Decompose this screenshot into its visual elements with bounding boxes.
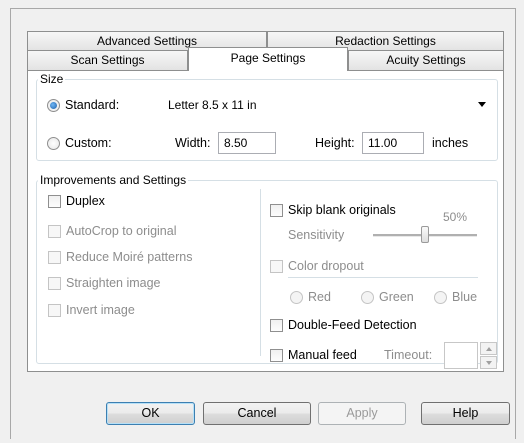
timeout-spin-down[interactable]: [480, 356, 497, 369]
custom-label: Custom:: [65, 136, 112, 150]
tab-scan-settings[interactable]: Scan Settings: [27, 50, 188, 70]
column-divider: [260, 189, 261, 356]
autocrop-checkbox[interactable]: [48, 225, 61, 238]
height-label: Height:: [315, 136, 355, 150]
timeout-label: Timeout:: [384, 348, 433, 362]
reduce-moire-checkbox[interactable]: [48, 251, 61, 264]
invert-checkbox[interactable]: [48, 304, 61, 317]
improvements-group-title: Improvements and Settings: [38, 173, 189, 187]
help-button[interactable]: Help: [421, 402, 510, 425]
color-dropout-divider: [288, 277, 478, 278]
color-dropout-checkbox[interactable]: [270, 260, 283, 273]
manual-feed-label: Manual feed: [288, 348, 357, 362]
skip-blank-label: Skip blank originals: [288, 203, 396, 217]
size-group-title: Size: [38, 72, 66, 86]
straighten-label: Straighten image: [66, 276, 161, 290]
height-input[interactable]: 11.00: [362, 132, 424, 154]
green-radio[interactable]: [361, 291, 374, 304]
apply-button[interactable]: Apply: [318, 402, 406, 425]
sensitivity-value: 50%: [443, 210, 468, 224]
tab-page-settings[interactable]: Page Settings: [188, 47, 348, 71]
blue-radio[interactable]: [434, 291, 447, 304]
invert-label: Invert image: [66, 303, 135, 317]
manual-feed-checkbox[interactable]: [270, 349, 283, 362]
units-label: inches: [432, 136, 469, 150]
red-radio[interactable]: [290, 291, 303, 304]
double-feed-checkbox[interactable]: [270, 319, 283, 332]
skip-blank-checkbox[interactable]: [270, 204, 283, 217]
width-label: Width:: [175, 136, 211, 150]
timeout-spin-up[interactable]: [480, 342, 497, 355]
duplex-checkbox[interactable]: [48, 195, 61, 208]
chevron-up-icon: [486, 347, 492, 351]
color-dropout-label: Color dropout: [288, 259, 364, 273]
reduce-moire-label: Reduce Moiré patterns: [66, 250, 193, 264]
sensitivity-slider-thumb[interactable]: [421, 226, 429, 243]
blue-label: Blue: [452, 290, 478, 304]
sensitivity-label: Sensitivity: [288, 228, 345, 242]
chevron-down-icon: [478, 102, 486, 107]
standard-size-value: Letter 8.5 x 11 in: [168, 98, 257, 112]
page-settings-panel: Size Standard: Letter 8.5 x 11 in Custom…: [27, 70, 504, 372]
double-feed-label: Double-Feed Detection: [288, 318, 417, 332]
improvements-group: [36, 180, 498, 364]
cancel-button[interactable]: Cancel: [203, 402, 311, 425]
green-label: Green: [379, 290, 414, 304]
red-label: Red: [308, 290, 331, 304]
standard-size-select[interactable]: Letter 8.5 x 11 in: [165, 94, 492, 116]
chevron-down-icon: [486, 361, 492, 365]
standard-radio[interactable]: [47, 99, 60, 112]
duplex-label: Duplex: [66, 194, 105, 208]
width-input[interactable]: 8.50: [218, 132, 276, 154]
timeout-input[interactable]: [444, 342, 478, 369]
custom-radio[interactable]: [47, 137, 60, 150]
ok-button[interactable]: OK: [106, 402, 195, 425]
standard-label: Standard:: [65, 98, 120, 112]
straighten-checkbox[interactable]: [48, 277, 61, 290]
autocrop-label: AutoCrop to original: [66, 224, 177, 238]
tab-acuity-settings[interactable]: Acuity Settings: [348, 50, 504, 70]
